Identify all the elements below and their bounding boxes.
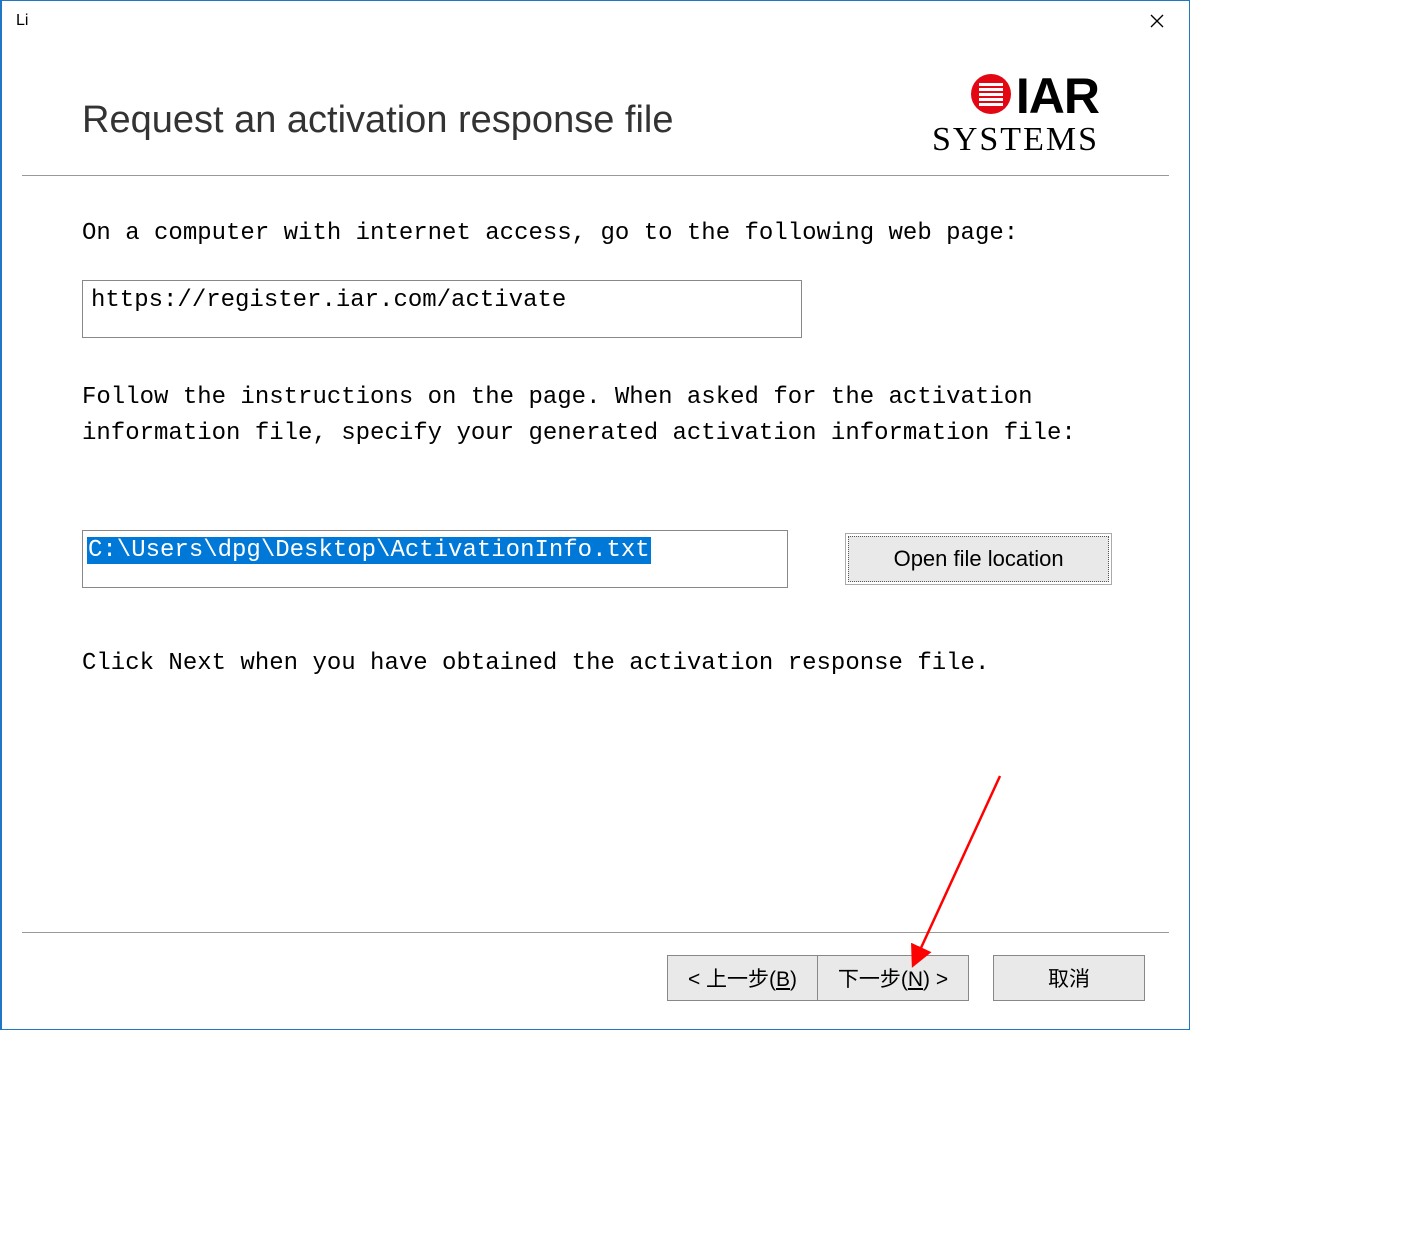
url-input[interactable]: https://register.iar.com/activate bbox=[82, 280, 802, 338]
dialog-window: Li Request an activation response file bbox=[0, 0, 1190, 1030]
close-button[interactable] bbox=[1134, 6, 1179, 36]
instruction-web-page: On a computer with internet access, go t… bbox=[82, 216, 1109, 252]
header-divider bbox=[22, 175, 1169, 176]
back-button[interactable]: < 上一步(B) bbox=[667, 955, 817, 1001]
cancel-button[interactable]: 取消 bbox=[993, 955, 1145, 1001]
titlebar: Li bbox=[2, 1, 1189, 41]
page-title: Request an activation response file bbox=[82, 71, 673, 142]
dialog-footer: < 上一步(B) 下一步(N) > 取消 bbox=[2, 910, 1189, 1029]
window-title: Li bbox=[16, 12, 28, 30]
footer-divider bbox=[22, 932, 1169, 933]
url-value: https://register.iar.com/activate bbox=[91, 287, 566, 314]
file-row: C:\Users\dpg\Desktop\ActivationInfo.txt … bbox=[82, 530, 1109, 588]
open-file-location-button[interactable]: Open file location bbox=[848, 536, 1109, 582]
close-icon bbox=[1150, 14, 1164, 28]
dialog-content: Request an activation response file bbox=[2, 41, 1189, 682]
instruction-next: Click Next when you have obtained the ac… bbox=[82, 646, 1109, 682]
file-path-value: C:\Users\dpg\Desktop\ActivationInfo.txt bbox=[87, 537, 651, 564]
logo-icon bbox=[970, 73, 1012, 120]
logo-top: IAR bbox=[932, 71, 1099, 121]
instruction-file: Follow the instructions on the page. Whe… bbox=[82, 380, 1109, 452]
button-row: < 上一步(B) 下一步(N) > 取消 bbox=[46, 955, 1145, 1001]
next-button[interactable]: 下一步(N) > bbox=[817, 955, 969, 1001]
iar-logo: IAR SYSTEMS bbox=[932, 71, 1109, 157]
logo-text-iar: IAR bbox=[1016, 71, 1099, 121]
logo-text-systems: SYSTEMS bbox=[932, 123, 1099, 157]
header-row: Request an activation response file bbox=[82, 71, 1109, 157]
file-path-input[interactable]: C:\Users\dpg\Desktop\ActivationInfo.txt bbox=[82, 530, 788, 588]
